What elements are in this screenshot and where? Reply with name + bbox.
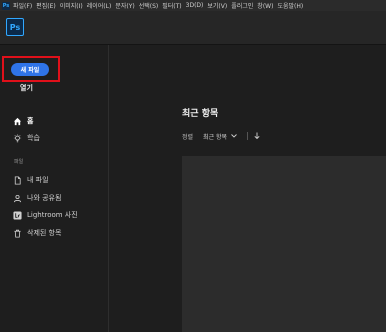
menu-3d[interactable]: 3D(D) (186, 2, 204, 9)
sort-dropdown-value: 최근 항목 (203, 133, 228, 141)
sidebar-item-label: 삭제된 항목 (27, 229, 62, 237)
open-button[interactable]: 열기 (20, 83, 33, 93)
lightroom-icon (12, 210, 22, 220)
sidebar-item-label: 내 파일 (27, 176, 49, 184)
photoshop-logo-icon[interactable]: Ps (6, 18, 24, 36)
menu-file[interactable]: 파일(F) (13, 1, 32, 10)
recent-files-panel (182, 156, 386, 332)
sidebar-item-learn[interactable]: 학습 (12, 133, 40, 143)
sidebar-item-label: 홈 (27, 117, 34, 125)
menu-plugins[interactable]: 플러그인 (231, 1, 253, 10)
menu-image[interactable]: 이미지(I) (60, 1, 83, 10)
lightbulb-icon (12, 133, 22, 143)
trash-icon (12, 228, 22, 238)
files-section-label: 파일 (14, 159, 24, 165)
title-bar: Ps (0, 11, 386, 45)
shared-user-icon (12, 193, 22, 203)
menu-window[interactable]: 창(W) (257, 1, 273, 10)
menu-help[interactable]: 도움말(H) (277, 1, 303, 10)
sidebar-item-deleted[interactable]: 삭제된 항목 (12, 228, 61, 238)
sort-direction-icon[interactable] (254, 132, 260, 141)
menu-select[interactable]: 선택(S) (139, 1, 159, 10)
filter-divider (247, 132, 249, 140)
menu-layer[interactable]: 레이어(L) (87, 1, 112, 10)
sidebar-item-label: 학습 (27, 134, 40, 142)
menu-filter[interactable]: 필터(T) (162, 1, 181, 10)
menu-edit[interactable]: 편집(E) (36, 1, 56, 10)
home-icon (12, 116, 22, 126)
sidebar: 새 파일 열기 홈 학습 파일 내 파일 나와 공유됨 Lightroom 사진 (0, 45, 109, 332)
menu-type[interactable]: 문자(Y) (115, 1, 134, 10)
sidebar-item-shared[interactable]: 나와 공유됨 (12, 193, 61, 203)
menu-bar: Ps 파일(F) 편집(E) 이미지(I) 레이어(L) 문자(Y) 선택(S)… (0, 0, 386, 11)
file-icon (12, 175, 22, 185)
new-file-button[interactable]: 새 파일 (11, 63, 49, 76)
main-area: 최근 항목 정렬 최근 항목 (109, 45, 386, 332)
page-title: 최근 항목 (182, 109, 219, 119)
filter-row: 정렬 최근 항목 (182, 131, 260, 141)
sort-label: 정렬 (182, 133, 194, 141)
app-mini-icon: Ps (2, 1, 10, 10)
sidebar-item-my-files[interactable]: 내 파일 (12, 175, 49, 185)
sort-dropdown[interactable]: 최근 항목 (203, 132, 237, 141)
sidebar-item-label: 나와 공유됨 (27, 194, 62, 202)
sidebar-item-home[interactable]: 홈 (12, 116, 33, 126)
sidebar-item-label: Lightroom 사진 (27, 211, 78, 219)
chevron-down-icon (231, 133, 237, 140)
sidebar-item-lightroom[interactable]: Lightroom 사진 (12, 210, 78, 220)
menu-view[interactable]: 보기(V) (207, 1, 227, 10)
